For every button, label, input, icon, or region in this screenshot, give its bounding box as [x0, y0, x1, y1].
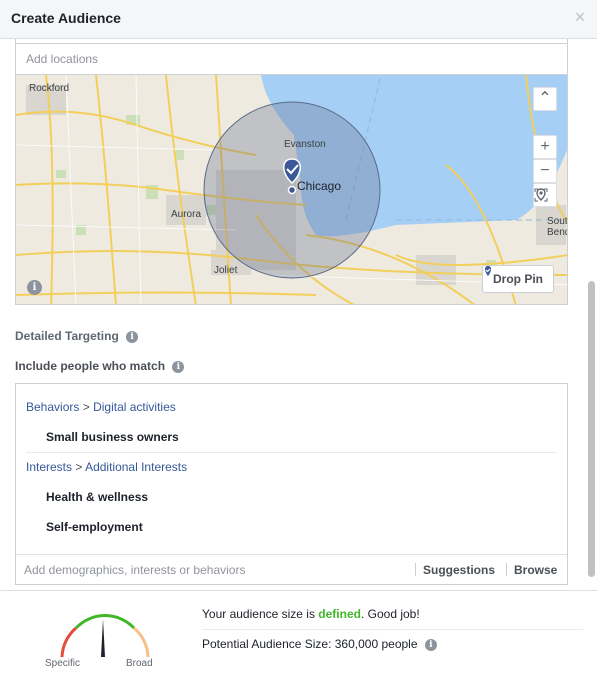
- detailed-targeting-section: Detailed Targeting i: [15, 329, 139, 343]
- dialog-body[interactable]: Rockford Evanston Chicago Aurora Joliet …: [0, 39, 597, 590]
- breadcrumb: Interests > Additional Interests: [26, 460, 187, 474]
- zoom-out-button[interactable]: −: [533, 159, 557, 183]
- map-label-evanston: Evanston: [284, 139, 326, 150]
- location-map[interactable]: Rockford Evanston Chicago Aurora Joliet …: [15, 74, 568, 305]
- targeting-item[interactable]: Health & wellness: [46, 490, 148, 504]
- scrollbar-thumb[interactable]: [588, 281, 595, 577]
- targeting-input-row: Suggestions Browse: [16, 554, 567, 584]
- map-info-icon[interactable]: i: [27, 280, 42, 295]
- audience-size-suffix: . Good job!: [360, 607, 420, 621]
- audience-gauge: [60, 614, 150, 658]
- targeting-item[interactable]: Self-employment: [46, 520, 143, 534]
- map-label-chicago: Chicago: [297, 179, 342, 193]
- map-collapse-button[interactable]: ⌃: [533, 87, 557, 111]
- audience-size-defined: defined: [318, 607, 361, 621]
- breadcrumb: Behaviors > Digital activities: [26, 400, 176, 414]
- locate-button[interactable]: [533, 183, 557, 207]
- targeting-box: Behaviors > Digital activities Small bus…: [15, 383, 568, 585]
- browse-button[interactable]: Browse: [514, 563, 557, 577]
- include-label: Include people who match: [15, 359, 166, 373]
- breadcrumb-separator: >: [75, 460, 83, 474]
- map-label-bend: Bend: [547, 227, 567, 238]
- create-audience-dialog: Create Audience × Add locations Rockford…: [0, 0, 597, 676]
- locations-input-wrapper: [15, 44, 568, 74]
- include-section: Include people who match i: [15, 359, 185, 373]
- dialog-title: Create Audience: [11, 10, 121, 26]
- separator: [415, 563, 416, 576]
- targeting-search-input[interactable]: [16, 555, 411, 584]
- potential-audience-info-icon[interactable]: i: [424, 638, 437, 651]
- zoom-in-button[interactable]: +: [533, 135, 557, 159]
- add-locations-input[interactable]: [16, 44, 567, 74]
- audience-size-status: Your audience size is defined. Good job!: [202, 607, 420, 621]
- map-label-aurora: Aurora: [171, 209, 202, 220]
- gauge-needle: [101, 619, 105, 657]
- breadcrumb-category-behaviors[interactable]: Behaviors: [26, 400, 79, 414]
- targeting-item[interactable]: Small business owners: [46, 430, 179, 444]
- pin-icon: [485, 266, 491, 276]
- gauge-specific-label: Specific: [45, 658, 81, 669]
- audience-footer: Specific Broad Your audience size is def…: [0, 590, 597, 676]
- potential-audience-size: Potential Audience Size: 360,000 people: [202, 637, 418, 651]
- drop-pin-label: Drop Pin: [493, 272, 543, 286]
- breadcrumb-subcategory-additional-interests[interactable]: Additional Interests: [85, 460, 187, 474]
- detailed-targeting-label: Detailed Targeting: [15, 329, 119, 343]
- locate-icon: [534, 188, 548, 202]
- map-label-south: South: [547, 216, 568, 227]
- breadcrumb-separator: >: [82, 400, 90, 414]
- footer-divider: [202, 629, 583, 630]
- map-label-joliet: Joliet: [214, 265, 238, 276]
- potential-audience: Potential Audience Size: 360,000 people …: [202, 637, 437, 651]
- breadcrumb-category-interests[interactable]: Interests: [26, 460, 72, 474]
- close-icon[interactable]: ×: [573, 8, 587, 26]
- dialog-header: Create Audience ×: [0, 0, 597, 39]
- gauge-broad-label: Broad: [126, 658, 153, 669]
- group-divider: [26, 452, 557, 453]
- audience-size-prefix: Your audience size is: [202, 607, 319, 621]
- breadcrumb-subcategory-digital-activities[interactable]: Digital activities: [93, 400, 176, 414]
- detailed-targeting-info-icon[interactable]: i: [126, 330, 139, 343]
- suggestions-button[interactable]: Suggestions: [423, 563, 495, 577]
- include-info-icon[interactable]: i: [172, 360, 185, 373]
- map-label-rockford: Rockford: [29, 83, 70, 94]
- separator: [506, 563, 507, 576]
- drop-pin-button[interactable]: Drop Pin: [482, 265, 554, 293]
